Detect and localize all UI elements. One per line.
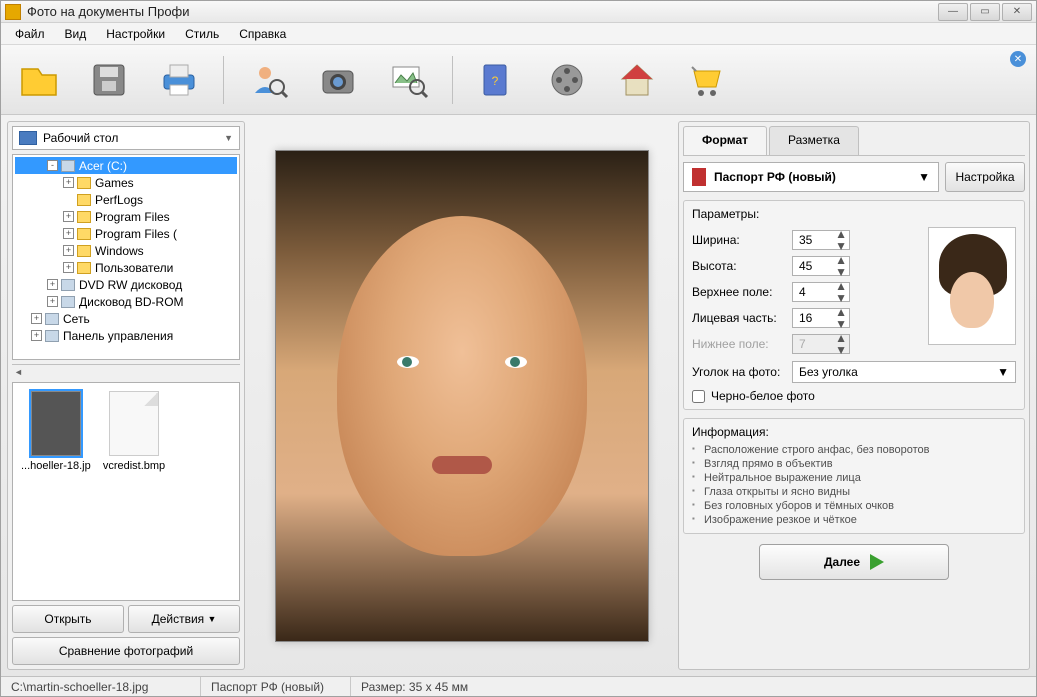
close-button[interactable]: ✕ xyxy=(1002,3,1032,21)
close-panel-icon[interactable]: ✕ xyxy=(1010,51,1026,67)
height-spinbox[interactable]: 45▲▼ xyxy=(792,256,850,276)
file-browser-panel: Рабочий стол ▼ -Acer (C:)+GamesPerfLogs+… xyxy=(7,121,245,670)
bottom-margin-spinbox: 7▲▼ xyxy=(792,334,850,354)
location-combo[interactable]: Рабочий стол ▼ xyxy=(12,126,240,150)
width-spinbox[interactable]: 35▲▼ xyxy=(792,230,850,250)
tree-item[interactable]: PerfLogs xyxy=(15,191,237,208)
bw-label: Черно-белое фото xyxy=(711,389,815,403)
thumbnail-list: ...hoeller-18.jpgvcredist.bmp xyxy=(12,382,240,601)
app-window: Фото на документы Профи — ▭ ✕ Файл Вид Н… xyxy=(0,0,1037,697)
maximize-button[interactable]: ▭ xyxy=(970,3,1000,21)
film-reel-icon[interactable] xyxy=(541,54,593,106)
format-select[interactable]: Паспорт РФ (новый) ▼ xyxy=(683,162,939,192)
menu-settings[interactable]: Настройки xyxy=(100,25,171,43)
corner-select[interactable]: Без уголка▼ xyxy=(792,361,1016,383)
menu-help[interactable]: Справка xyxy=(233,25,292,43)
statusbar: C:\martin-schoeller-18.jpg Паспорт РФ (н… xyxy=(1,676,1036,696)
parameters-box: Параметры: Ширина:35▲▼ Высота:45▲▼ Верхн… xyxy=(683,200,1025,410)
thumbnail[interactable]: ...hoeller-18.jpg xyxy=(21,391,91,472)
status-file: C:\martin-schoeller-18.jpg xyxy=(1,677,201,696)
tree-item[interactable]: +Пользователи xyxy=(15,259,237,276)
sample-preview xyxy=(928,227,1016,345)
camera-icon[interactable] xyxy=(312,54,364,106)
tabs: Формат Разметка xyxy=(683,126,1025,156)
passport-icon xyxy=(692,168,706,186)
main-photo[interactable] xyxy=(275,150,649,642)
tree-item[interactable]: +DVD RW дисковод xyxy=(15,276,237,293)
tree-item[interactable]: +Games xyxy=(15,174,237,191)
app-icon xyxy=(5,4,21,20)
arrow-right-icon xyxy=(870,554,884,570)
open-button[interactable]: Открыть xyxy=(12,605,124,633)
open-folder-icon[interactable] xyxy=(13,54,65,106)
tab-markup[interactable]: Разметка xyxy=(769,126,859,155)
actions-button[interactable]: Действия ▼ xyxy=(128,605,240,633)
info-item: Изображение резкое и чёткое xyxy=(692,513,1016,527)
info-title: Информация: xyxy=(692,425,1016,439)
photo-preview xyxy=(251,121,672,670)
bw-checkbox[interactable] xyxy=(692,390,705,403)
menu-style[interactable]: Стиль xyxy=(179,25,225,43)
status-size: Размер: 35 x 45 мм xyxy=(351,677,1036,696)
info-box: Информация: Расположение строго анфас, б… xyxy=(683,418,1025,534)
tree-item[interactable]: +Windows xyxy=(15,242,237,259)
save-icon[interactable] xyxy=(83,54,135,106)
tree-item[interactable]: +Дисковод BD-ROM xyxy=(15,293,237,310)
settings-panel: Формат Разметка Паспорт РФ (новый) ▼ Нас… xyxy=(678,121,1030,670)
folder-tree[interactable]: -Acer (C:)+GamesPerfLogs+Program Files+P… xyxy=(12,154,240,360)
tree-scrollbar[interactable]: ◄ xyxy=(12,364,240,378)
info-item: Взгляд прямо в объектив xyxy=(692,457,1016,471)
location-label: Рабочий стол xyxy=(43,131,118,145)
tree-item[interactable]: +Сеть xyxy=(15,310,237,327)
find-person-icon[interactable] xyxy=(242,54,294,106)
thumbnail[interactable]: vcredist.bmp xyxy=(99,391,169,472)
menu-view[interactable]: Вид xyxy=(59,25,93,43)
menu-file[interactable]: Файл xyxy=(9,25,51,43)
tree-item[interactable]: -Acer (C:) xyxy=(15,157,237,174)
info-item: Без головных уборов и тёмных очков xyxy=(692,499,1016,513)
help-book-icon[interactable]: ? xyxy=(471,54,523,106)
settings-button[interactable]: Настройка xyxy=(945,162,1025,192)
titlebar: Фото на документы Профи — ▭ ✕ xyxy=(1,1,1036,23)
window-title: Фото на документы Профи xyxy=(27,4,936,19)
chevron-down-icon: ▼ xyxy=(224,133,233,143)
home-icon[interactable] xyxy=(611,54,663,106)
chevron-down-icon: ▼ xyxy=(918,170,930,184)
picture-search-icon[interactable] xyxy=(382,54,434,106)
desktop-icon xyxy=(19,131,37,145)
tree-item[interactable]: +Панель управления xyxy=(15,327,237,344)
face-height-spinbox[interactable]: 16▲▼ xyxy=(792,308,850,328)
info-item: Расположение строго анфас, без поворотов xyxy=(692,443,1016,457)
tab-format[interactable]: Формат xyxy=(683,126,767,155)
info-item: Глаза открыты и ясно видны xyxy=(692,485,1016,499)
tree-item[interactable]: +Program Files ( xyxy=(15,225,237,242)
params-title: Параметры: xyxy=(692,207,1016,221)
print-icon[interactable] xyxy=(153,54,205,106)
minimize-button[interactable]: — xyxy=(938,3,968,21)
next-button[interactable]: Далее xyxy=(759,544,949,580)
svg-text:?: ? xyxy=(492,74,499,88)
status-format: Паспорт РФ (новый) xyxy=(201,677,351,696)
cart-icon[interactable] xyxy=(681,54,733,106)
top-margin-spinbox[interactable]: 4▲▼ xyxy=(792,282,850,302)
toolbar: ? ✕ xyxy=(1,45,1036,115)
menubar: Файл Вид Настройки Стиль Справка xyxy=(1,23,1036,45)
compare-button[interactable]: Сравнение фотографий xyxy=(12,637,240,665)
info-item: Нейтральное выражение лица xyxy=(692,471,1016,485)
tree-item[interactable]: +Program Files xyxy=(15,208,237,225)
